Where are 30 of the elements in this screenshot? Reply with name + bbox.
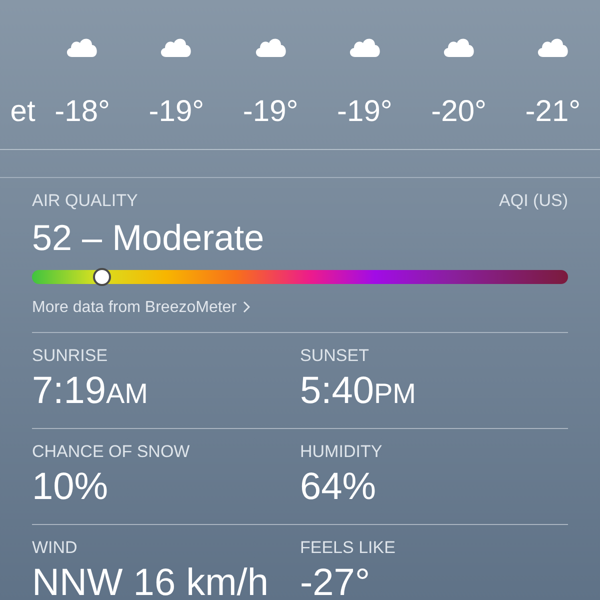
detail-label: SUNSET bbox=[300, 344, 370, 366]
breezometer-link[interactable]: More data from BreezoMeter bbox=[32, 296, 568, 320]
detail-label: HUMIDITY bbox=[300, 440, 384, 462]
detail-label: SUNRISE bbox=[32, 344, 109, 366]
cloud-icon bbox=[159, 36, 194, 58]
detail-value: 10% bbox=[32, 464, 110, 508]
hour-temperature: et bbox=[10, 94, 36, 130]
cloud-icon bbox=[65, 36, 100, 58]
detail-value: -27° bbox=[300, 560, 372, 600]
hour-temperature: -20° bbox=[431, 94, 487, 130]
hour-temperature: -18° bbox=[54, 94, 110, 130]
detail-value: NNW 16 km/h bbox=[32, 560, 270, 600]
air-quality-title: AIR QUALITY bbox=[32, 190, 138, 212]
cloud-icon bbox=[348, 36, 382, 58]
cloud-icon bbox=[254, 36, 288, 58]
cloud-icon bbox=[536, 36, 570, 58]
hour-temperature: -21° bbox=[525, 94, 581, 130]
hour-temperature: -19° bbox=[337, 94, 392, 130]
detail-label: WIND bbox=[32, 536, 78, 558]
aqi-reading: 52 – Moderate bbox=[32, 216, 266, 260]
aqi-scale: AQI (US) bbox=[499, 190, 568, 212]
detail-label: CHANCE OF SNOW bbox=[32, 440, 191, 462]
detail-value: 7:19AM bbox=[32, 368, 149, 414]
hour-temperature: -19° bbox=[242, 94, 298, 130]
cloud-icon bbox=[442, 36, 476, 58]
detail-value: 64% bbox=[300, 464, 378, 508]
detail-value: 5:40PM bbox=[300, 368, 417, 414]
chevron-right-icon bbox=[242, 300, 250, 312]
detail-label: FEELS LIKE bbox=[300, 536, 396, 558]
hour-temperature: -19° bbox=[148, 94, 204, 130]
